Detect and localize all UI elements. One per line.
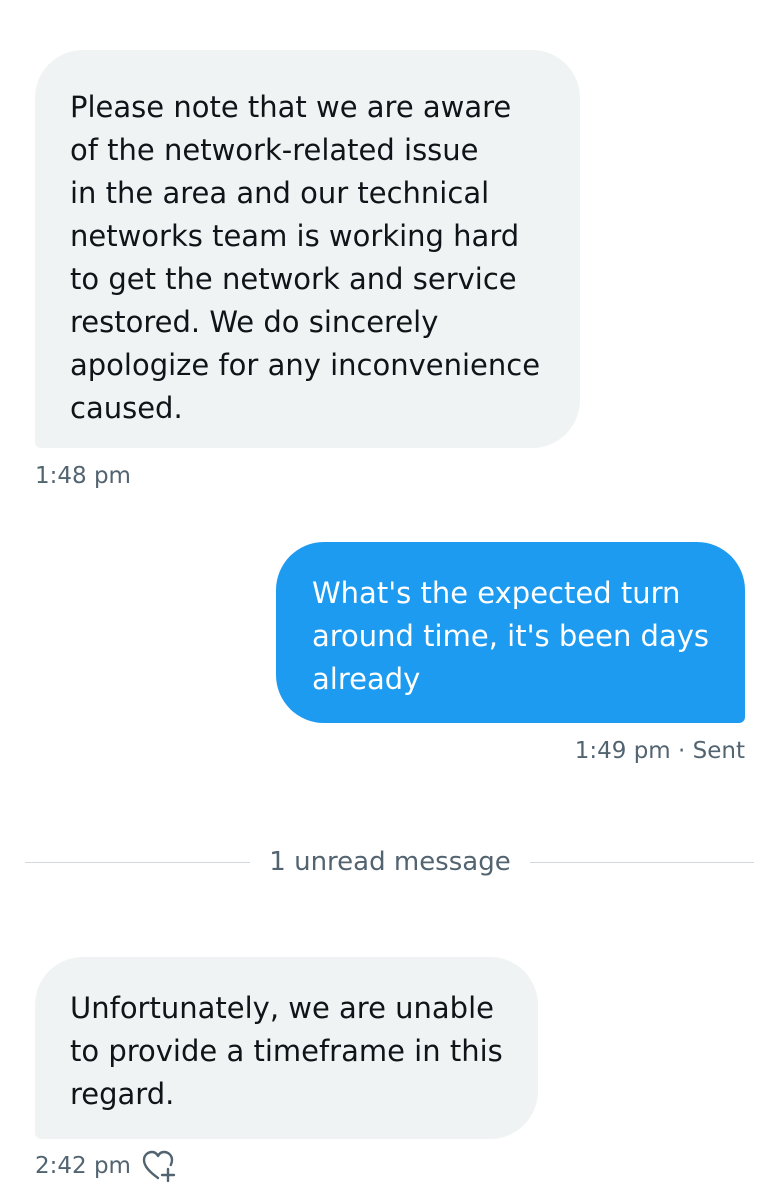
- incoming-message-bubble[interactable]: Please note that we are aware of the net…: [35, 50, 580, 448]
- unread-divider-line-right: [530, 862, 754, 863]
- message-status-line: 1:49 pm · Sent: [575, 737, 745, 765]
- message-timestamp: 1:49 pm: [574, 738, 671, 764]
- message-status: Sent: [692, 738, 745, 764]
- status-separator: ·: [678, 738, 686, 764]
- outgoing-message-bubble[interactable]: What's the expected turn around time, it…: [276, 542, 745, 723]
- message-timestamp: 2:42 pm: [35, 1153, 131, 1179]
- unread-divider-label: 1 unread message: [269, 847, 511, 877]
- message-timestamp: 1:48 pm: [35, 463, 131, 489]
- unread-divider-line-left: [25, 862, 250, 863]
- incoming-message-bubble[interactable]: Unfortunately, we are unable to provide …: [35, 957, 538, 1139]
- heart-plus-icon[interactable]: [141, 1149, 177, 1183]
